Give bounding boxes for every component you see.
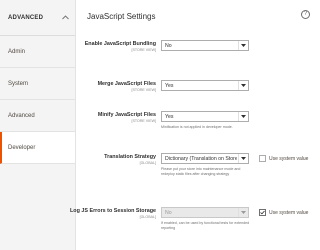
- field-label: Log JS Errors to Session Storage: [70, 208, 156, 214]
- field-label: Merge JavaScript Files: [97, 81, 156, 87]
- main-panel: JavaScript Settings ? Enable JavaScript …: [70, 0, 320, 250]
- checkmark-icon: [260, 210, 265, 215]
- field-label: Minify JavaScript Files: [97, 112, 156, 118]
- chevron-up-icon[interactable]: [61, 14, 69, 22]
- translation-strategy-select[interactable]: Dictionary (Translation on Storefront si…: [161, 153, 249, 164]
- sidebar-item-label: Developer: [8, 144, 36, 151]
- field-note: Minification is not applied in developer…: [161, 125, 233, 129]
- sidebar-item-developer[interactable]: Developer: [0, 132, 75, 164]
- field-note: Please put your store into maintenance m…: [161, 167, 241, 176]
- help-icon[interactable]: ?: [301, 10, 310, 19]
- sidebar-item-label: Advanced: [8, 112, 35, 119]
- sidebar-item-system[interactable]: System: [0, 68, 75, 100]
- select-value: Yes: [165, 114, 174, 120]
- enable-js-bundling-select[interactable]: No: [161, 40, 249, 51]
- select-value: No: [165, 43, 172, 49]
- dropdown-arrow-icon: [238, 41, 248, 50]
- scope-label: [GLOBAL]: [139, 161, 156, 165]
- checkbox-label: Use system value: [269, 155, 309, 162]
- section-title[interactable]: JavaScript Settings: [87, 12, 155, 21]
- sidebar-item-label: System: [8, 80, 29, 87]
- sidebar-item-admin[interactable]: Admin: [0, 36, 75, 68]
- scope-label: [STORE VIEW]: [131, 48, 157, 52]
- scope-label: [STORE VIEW]: [131, 88, 157, 92]
- checkbox-label: Use system value: [269, 209, 309, 216]
- field-label: Translation Strategy: [104, 154, 156, 160]
- checkbox-box[interactable]: [259, 155, 266, 162]
- sidebar-section-title: ADVANCED: [8, 14, 44, 21]
- dropdown-arrow-icon: [238, 154, 248, 163]
- select-value: Yes: [165, 83, 174, 89]
- use-system-value-checkbox[interactable]: Use system value: [259, 209, 319, 216]
- sidebar: ADVANCED Admin System Advanced Developer: [0, 0, 76, 250]
- sidebar-section-header[interactable]: ADVANCED: [0, 0, 75, 36]
- sidebar-item-label: Admin: [8, 48, 26, 55]
- merge-js-files-select[interactable]: Yes: [161, 80, 249, 91]
- use-system-value-checkbox[interactable]: Use system value: [259, 155, 319, 162]
- scope-label: [STORE VIEW]: [131, 119, 157, 123]
- scope-label: [GLOBAL]: [139, 215, 156, 219]
- minify-js-files-select[interactable]: Yes: [161, 111, 249, 122]
- dropdown-arrow-icon: [238, 81, 248, 90]
- checkbox-box[interactable]: [259, 209, 266, 216]
- select-value: Dictionary (Translation on Storefront si…: [165, 156, 237, 162]
- sidebar-item-advanced[interactable]: Advanced: [0, 100, 75, 132]
- field-note: If enabled, can be used by functional te…: [161, 221, 250, 230]
- field-label: Enable JavaScript Bundling: [84, 41, 156, 47]
- select-value: No: [165, 210, 172, 216]
- log-js-errors-select[interactable]: No: [161, 207, 249, 218]
- dropdown-arrow-icon: [238, 208, 248, 217]
- dropdown-arrow-icon: [238, 112, 248, 121]
